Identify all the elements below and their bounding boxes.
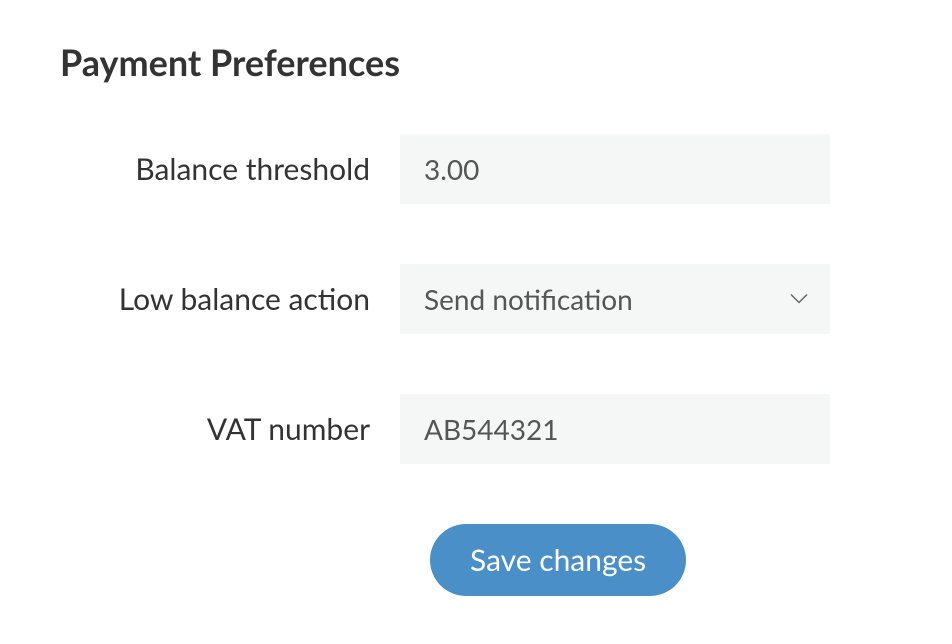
low-balance-action-row: Low balance action Send notification: [60, 264, 892, 334]
balance-threshold-label: Balance threshold: [60, 151, 400, 187]
balance-threshold-row: Balance threshold: [60, 134, 892, 204]
low-balance-action-select-wrap: Send notification: [400, 264, 830, 334]
button-row: Save changes: [60, 524, 892, 596]
page-title: Payment Preferences: [60, 40, 892, 84]
low-balance-action-label: Low balance action: [60, 281, 400, 317]
vat-number-row: VAT number: [60, 394, 892, 464]
balance-threshold-input[interactable]: [400, 134, 830, 204]
save-button[interactable]: Save changes: [430, 524, 686, 596]
low-balance-action-select[interactable]: Send notification: [400, 264, 830, 334]
vat-number-label: VAT number: [60, 411, 400, 447]
vat-number-input[interactable]: [400, 394, 830, 464]
